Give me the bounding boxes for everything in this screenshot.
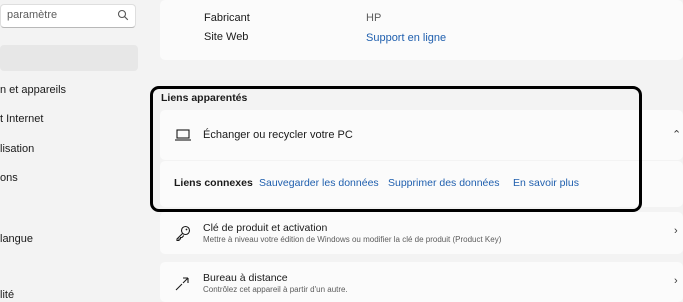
sidebar-item-personalization[interactable]: lisation — [0, 143, 34, 155]
product-key-subtitle: Mettre à niveau votre édition de Windows… — [203, 235, 502, 244]
related-links-bar: Liens connexes Sauvegarder les données S… — [160, 161, 683, 207]
sidebar: paramètre n et appareils t Internet lisa… — [0, 0, 148, 301]
remote-desktop-icon — [175, 277, 189, 291]
sidebar-item-language[interactable]: langue — [0, 233, 33, 245]
sidebar-item-selected[interactable] — [0, 45, 138, 71]
manufacturer-value: HP — [366, 12, 382, 24]
manufacturer-label: Fabricant — [204, 12, 250, 24]
remote-desktop-subtitle: Contrôlez cet appareil à partir d'un aut… — [203, 285, 348, 294]
remote-desktop-row[interactable]: Bureau à distance Contrôlez cet appareil… — [160, 262, 683, 302]
search-box[interactable]: paramètre — [0, 4, 136, 28]
sidebar-item-network[interactable]: t Internet — [0, 113, 43, 125]
related-links-label: Liens connexes — [174, 177, 253, 189]
remote-desktop-title: Bureau à distance — [203, 272, 288, 284]
product-key-row[interactable]: Clé de produit et activation Mettre à ni… — [160, 212, 683, 254]
sidebar-item-devices[interactable]: n et appareils — [0, 84, 66, 96]
related-links-title: Liens apparentés — [161, 92, 248, 104]
exchange-recycle-row[interactable]: Échanger ou recycler votre PC ⌃ — [160, 110, 683, 160]
delete-data-link[interactable]: Supprimer des données — [388, 177, 500, 189]
exchange-recycle-label: Échanger ou recycler votre PC — [203, 129, 353, 141]
laptop-icon — [175, 129, 191, 141]
search-icon[interactable] — [117, 9, 129, 21]
search-input[interactable]: paramètre — [7, 9, 57, 21]
device-info-card: Fabricant HP Site Web Support en ligne — [160, 0, 683, 60]
product-key-title: Clé de produit et activation — [203, 222, 328, 234]
learn-more-link[interactable]: En savoir plus — [513, 177, 579, 189]
chevron-right-icon[interactable]: › — [674, 275, 678, 287]
key-icon — [176, 225, 191, 242]
sidebar-item-apps[interactable]: ons — [0, 172, 18, 184]
support-link[interactable]: Support en ligne — [366, 32, 446, 44]
chevron-up-icon[interactable]: ⌃ — [672, 128, 681, 141]
sidebar-item-accessibility[interactable]: lité — [0, 289, 14, 301]
chevron-right-icon[interactable]: › — [674, 225, 678, 237]
backup-data-link[interactable]: Sauvegarder les données — [259, 177, 379, 189]
website-label: Site Web — [204, 31, 249, 43]
